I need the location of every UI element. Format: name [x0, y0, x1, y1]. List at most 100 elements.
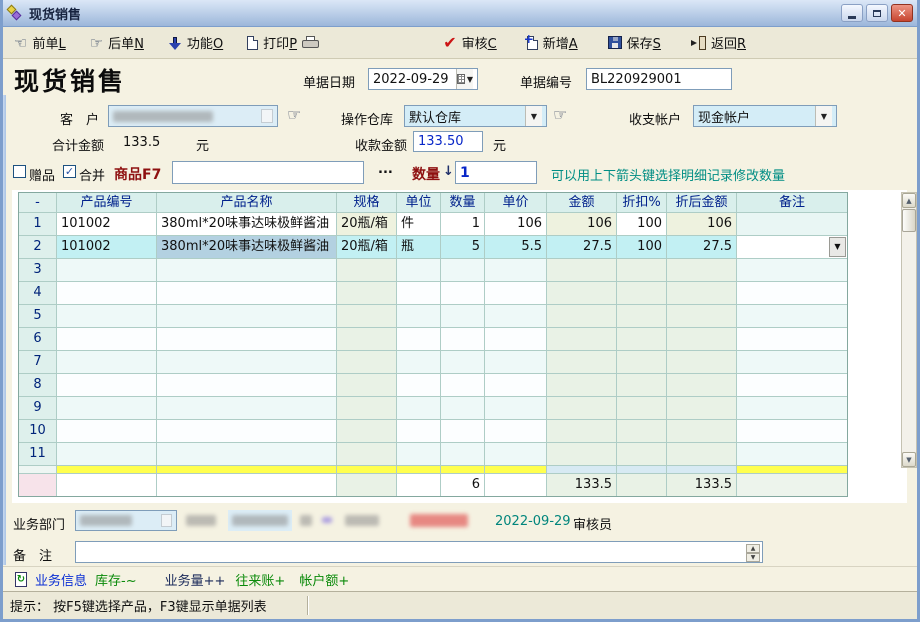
cell-no[interactable]: 5 — [19, 305, 57, 328]
cell-name[interactable] — [157, 374, 337, 397]
cell-name[interactable] — [157, 443, 337, 466]
cell-net[interactable] — [667, 259, 737, 282]
qty-input[interactable]: 1 — [455, 161, 537, 184]
cell-spec[interactable] — [337, 397, 397, 420]
cell-no[interactable]: 7 — [19, 351, 57, 374]
cell-price[interactable] — [485, 305, 547, 328]
link-account-balance[interactable]: 帐户额+ — [299, 570, 349, 589]
cell-code[interactable] — [57, 328, 157, 351]
product-input[interactable] — [172, 161, 364, 184]
cell-qty[interactable] — [441, 328, 485, 351]
cell-remark[interactable] — [737, 305, 847, 328]
cell-price[interactable]: 5.5 — [485, 236, 547, 259]
link-stock[interactable]: 库存-~ — [95, 570, 137, 589]
cell-price[interactable] — [485, 374, 547, 397]
account-combo[interactable]: 现金帐户 ▼ — [693, 105, 837, 127]
next-doc-button[interactable]: ☞ 后单N — [90, 33, 144, 52]
remark-dropdown-button[interactable]: ▼ — [829, 237, 846, 257]
cell-remark[interactable] — [737, 259, 847, 282]
cell-net[interactable] — [667, 305, 737, 328]
customer-clear-button[interactable] — [261, 109, 273, 123]
cell-spec[interactable]: 20瓶/箱 — [337, 236, 397, 259]
cell-discount[interactable] — [617, 443, 667, 466]
cell-remark[interactable] — [737, 282, 847, 305]
cell-remark[interactable] — [737, 397, 847, 420]
cell-name[interactable] — [157, 351, 337, 374]
cell-discount[interactable] — [617, 397, 667, 420]
cell-amount[interactable] — [547, 282, 617, 305]
cell-spec[interactable] — [337, 259, 397, 282]
cell-discount[interactable] — [617, 351, 667, 374]
cell-price[interactable] — [485, 259, 547, 282]
cell-name[interactable] — [157, 328, 337, 351]
cell-code[interactable]: 101002 — [57, 236, 157, 259]
cell-discount[interactable]: 100 — [617, 213, 667, 236]
cell-amount[interactable] — [547, 328, 617, 351]
remark-spinner[interactable]: ▲ ▼ — [746, 544, 760, 560]
cell-code[interactable] — [57, 397, 157, 420]
cell-amount[interactable] — [547, 305, 617, 328]
cell-discount[interactable] — [617, 282, 667, 305]
doc-no-input[interactable]: BL220929001 — [586, 68, 732, 90]
cell-amount[interactable] — [547, 351, 617, 374]
cell-name[interactable] — [157, 420, 337, 443]
cell-code[interactable] — [57, 282, 157, 305]
cell-code[interactable]: 101002 — [57, 213, 157, 236]
spinner-down-icon[interactable]: ▼ — [746, 553, 760, 562]
cell-qty[interactable] — [441, 259, 485, 282]
cell-name[interactable] — [157, 259, 337, 282]
cell-remark[interactable]: ▼ — [737, 236, 847, 259]
cell-net[interactable]: 27.5 — [667, 236, 737, 259]
cell-no[interactable]: 2 — [19, 236, 57, 259]
cell-unit[interactable]: 瓶 — [397, 236, 441, 259]
cell-code[interactable] — [57, 351, 157, 374]
return-button[interactable]: 返回R — [691, 33, 746, 52]
gift-checkbox[interactable] — [13, 165, 26, 178]
cell-code[interactable] — [57, 259, 157, 282]
cell-unit[interactable] — [397, 351, 441, 374]
cell-discount[interactable] — [617, 259, 667, 282]
cell-qty[interactable]: 5 — [441, 236, 485, 259]
close-button[interactable]: ✕ — [891, 4, 913, 22]
grid-vertical-scrollbar[interactable]: ▲ ▼ — [901, 192, 917, 468]
warehouse-combo[interactable]: 默认仓库 ▼ — [404, 105, 547, 127]
link-business-volume[interactable]: 业务量++ — [165, 570, 226, 589]
cell-qty[interactable] — [441, 397, 485, 420]
cell-amount[interactable] — [547, 397, 617, 420]
scroll-up-button[interactable]: ▲ — [902, 193, 916, 208]
cell-net[interactable]: 106 — [667, 213, 737, 236]
maximize-button[interactable] — [866, 4, 888, 22]
cell-qty[interactable] — [441, 420, 485, 443]
calendar-dropdown-button[interactable]: ▼ — [456, 69, 473, 89]
cell-price[interactable] — [485, 351, 547, 374]
audit-button[interactable]: ✔ 审核C — [443, 33, 497, 52]
cell-name[interactable] — [157, 305, 337, 328]
cell-unit[interactable] — [397, 374, 441, 397]
cell-unit[interactable] — [397, 259, 441, 282]
cell-unit[interactable]: 件 — [397, 213, 441, 236]
cell-price[interactable] — [485, 328, 547, 351]
cell-discount[interactable] — [617, 328, 667, 351]
scroll-thumb[interactable] — [902, 209, 916, 232]
cell-net[interactable] — [667, 351, 737, 374]
cell-net[interactable] — [667, 328, 737, 351]
cell-remark[interactable] — [737, 213, 847, 236]
cell-no[interactable]: 11 — [19, 443, 57, 466]
cell-unit[interactable] — [397, 305, 441, 328]
cell-net[interactable] — [667, 282, 737, 305]
cell-name[interactable] — [157, 397, 337, 420]
cell-code[interactable] — [57, 443, 157, 466]
prev-doc-button[interactable]: ☜ 前单L — [14, 33, 66, 52]
dept-clear-button[interactable] — [161, 514, 172, 527]
cell-price[interactable] — [485, 282, 547, 305]
scroll-down-button[interactable]: ▼ — [902, 452, 916, 467]
cell-amount[interactable] — [547, 259, 617, 282]
cell-qty[interactable] — [441, 351, 485, 374]
cell-price[interactable] — [485, 443, 547, 466]
cell-code[interactable] — [57, 420, 157, 443]
cell-code[interactable] — [57, 374, 157, 397]
cell-net[interactable] — [667, 374, 737, 397]
cell-unit[interactable] — [397, 420, 441, 443]
cell-qty[interactable] — [441, 282, 485, 305]
cell-unit[interactable] — [397, 397, 441, 420]
